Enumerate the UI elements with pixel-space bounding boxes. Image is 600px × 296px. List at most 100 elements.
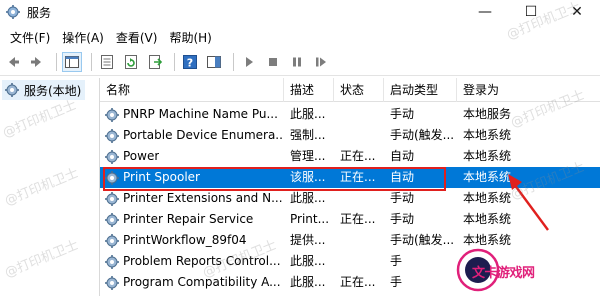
stop-icon[interactable]	[263, 52, 283, 72]
service-startup-type: 自动	[390, 149, 415, 163]
service-description: 此服...	[290, 254, 326, 268]
service-startup-type: 自动	[390, 170, 415, 184]
forward-icon[interactable]	[27, 52, 47, 72]
properties-icon[interactable]	[97, 52, 117, 72]
service-name: PNRP Machine Name Pu...	[123, 107, 278, 121]
service-status	[334, 230, 384, 251]
service-logon-as	[457, 251, 600, 272]
restart-icon[interactable]	[311, 52, 331, 72]
gear-icon	[105, 212, 119, 227]
column-header-startup-type[interactable]: 启动类型	[384, 78, 457, 102]
toolbar: ?	[0, 48, 600, 76]
services-list: 名称 描述 状态 启动类型 登录为 PNRP Machine Name Pu..…	[100, 78, 600, 296]
toolbar-separator	[91, 52, 92, 71]
tree-node-services-local[interactable]: 服务(本地)	[2, 80, 85, 100]
service-row[interactable]: Printer Repair Service Print... 正在... 手动 本地系…	[100, 209, 600, 230]
service-startup-type: 手	[390, 275, 403, 289]
service-name-cell: Power	[100, 146, 284, 167]
service-row[interactable]: Power 管理... 正在... 自动 本地系统	[100, 146, 600, 167]
service-rows: PNRP Machine Name Pu... 此服... 手动 本地服务 Portab…	[100, 104, 600, 293]
refresh-icon[interactable]	[121, 52, 141, 72]
gear-icon	[105, 233, 119, 248]
menu-help[interactable]: 帮助(H)	[163, 29, 217, 46]
gear-icon	[105, 191, 119, 206]
gear-icon	[105, 275, 119, 290]
service-description: Print...	[290, 212, 330, 226]
service-name-cell: Printer Extensions and N...	[100, 188, 284, 209]
service-name-cell: PNRP Machine Name Pu...	[100, 104, 284, 125]
service-startup-type: 手	[390, 254, 403, 268]
service-name: Print Spooler	[123, 170, 200, 184]
service-name: Power	[123, 149, 160, 163]
service-logon-as: 本地系统	[463, 212, 512, 226]
menu-bar: 文件(F) 操作(A) 查看(V) 帮助(H)	[0, 26, 600, 48]
window-title: 服务	[27, 5, 52, 20]
toolbar-separator	[233, 52, 234, 71]
column-header-status[interactable]: 状态	[334, 78, 384, 102]
services-app-icon	[6, 5, 20, 19]
service-logon-as: 本地系统	[463, 170, 512, 184]
service-name-cell: Program Compatibility A...	[100, 272, 284, 293]
service-name: Printer Repair Service	[123, 212, 254, 226]
service-logon-as: 本地服务	[463, 107, 512, 121]
service-name: Program Compatibility A...	[123, 275, 281, 289]
service-status: 正在...	[340, 149, 376, 163]
service-name-cell: Problem Reports Control...	[100, 251, 284, 272]
show-hide-tree-icon[interactable]	[62, 51, 82, 72]
service-logon-as: 本地系统	[463, 233, 512, 247]
tree-pane: 服务(本地)	[0, 78, 100, 296]
service-row[interactable]: PNRP Machine Name Pu... 此服... 手动 本地服务	[100, 104, 600, 125]
service-description: 此服...	[290, 107, 326, 121]
gear-icon	[105, 128, 119, 143]
service-description: 提供...	[290, 233, 326, 247]
menu-action[interactable]: 操作(A)	[56, 29, 110, 46]
service-name: Printer Extensions and N...	[123, 191, 283, 205]
service-row[interactable]: PrintWorkflow_89f04 提供... 手动(触发... 本地系统	[100, 230, 600, 251]
gear-icon	[105, 149, 119, 164]
service-row[interactable]: Printer Extensions and N... 此服... 手动 本地系统	[100, 188, 600, 209]
gear-icon	[5, 83, 19, 97]
list-header: 名称 描述 状态 启动类型 登录为	[100, 78, 600, 102]
service-status	[334, 251, 384, 272]
service-startup-type: 手动	[390, 107, 415, 121]
minimize-button[interactable]: —	[462, 0, 508, 24]
service-status	[334, 104, 384, 125]
pause-icon[interactable]	[287, 52, 307, 72]
service-logon-as: 本地系统	[463, 128, 512, 142]
help-icon[interactable]: ?	[180, 52, 200, 72]
service-description: 此服...	[290, 275, 326, 289]
column-header-description[interactable]: 描述	[284, 78, 334, 102]
service-row[interactable]: Print Spooler 该服... 正在... 自动 本地系统	[100, 167, 600, 188]
service-row[interactable]: Problem Reports Control... 此服... 手	[100, 251, 600, 272]
service-row[interactable]: Program Compatibility A... 此服... 正在... 手	[100, 272, 600, 293]
menu-file[interactable]: 文件(F)	[4, 29, 56, 46]
show-pane-icon[interactable]	[204, 52, 224, 72]
back-icon[interactable]	[3, 52, 23, 72]
service-description: 此服...	[290, 191, 326, 205]
service-startup-type: 手动(触发...	[390, 233, 455, 247]
column-header-name[interactable]: 名称	[100, 78, 284, 102]
service-name: PrintWorkflow_89f04	[123, 233, 247, 247]
service-status: 正在...	[340, 170, 376, 184]
service-name-cell: Print Spooler	[100, 167, 284, 188]
service-status: 正在...	[340, 212, 376, 226]
start-icon[interactable]	[239, 52, 259, 72]
service-startup-type: 手动	[390, 212, 415, 226]
column-header-logon-as[interactable]: 登录为	[457, 78, 600, 102]
maximize-button[interactable]: ☐	[508, 0, 554, 24]
service-row[interactable]: Portable Device Enumera... 强制... 手动(触发... 本…	[100, 125, 600, 146]
close-button[interactable]: ✕	[554, 0, 600, 24]
service-description: 该服...	[290, 170, 326, 184]
service-startup-type: 手动	[390, 191, 415, 205]
export-list-icon[interactable]	[145, 52, 165, 72]
toolbar-separator	[174, 52, 175, 71]
service-status	[334, 188, 384, 209]
tree-node-label: 服务(本地)	[24, 83, 82, 98]
service-startup-type: 手动(触发...	[390, 128, 455, 142]
service-logon-as: 本地系统	[463, 149, 512, 163]
service-name: Portable Device Enumera...	[123, 128, 284, 142]
service-status	[334, 125, 384, 146]
gear-icon	[105, 170, 119, 185]
menu-view[interactable]: 查看(V)	[110, 29, 164, 46]
service-logon-as: 本地系统	[463, 191, 512, 205]
